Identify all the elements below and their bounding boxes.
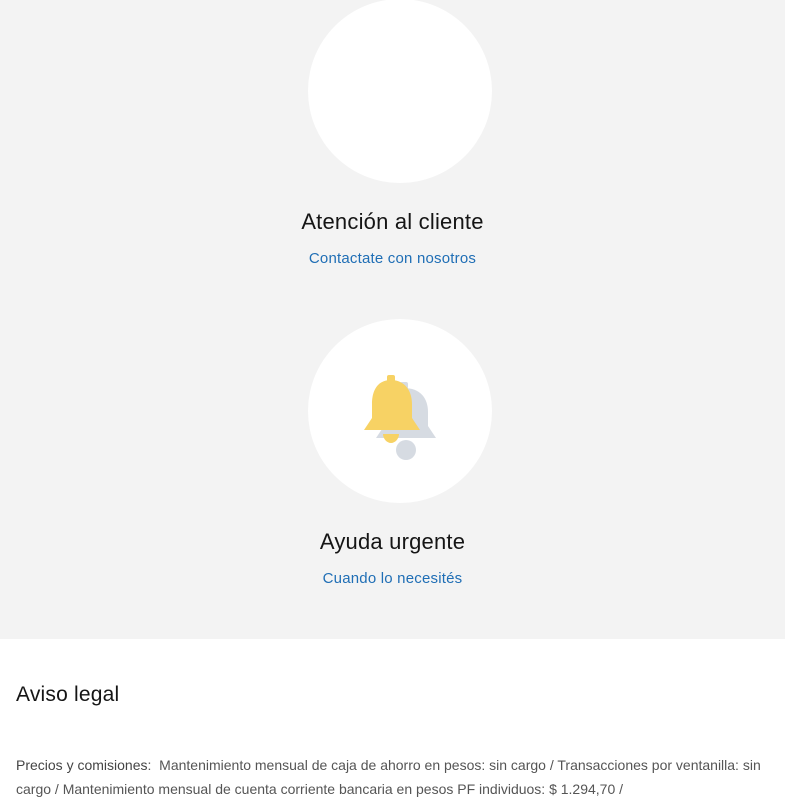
card-title-atencion: Atención al cliente [301,209,484,234]
legal-text: Precios y comisiones: Mantenimiento mens… [16,753,771,801]
contact-us-link[interactable]: Contactate con nosotros [0,250,785,267]
legal-separator: : [147,757,152,773]
customer-service-icon-circle [308,0,492,183]
urgent-help-link[interactable]: Cuando lo necesités [0,570,785,587]
bell-icon [364,375,436,460]
card-title-ayuda: Ayuda urgente [319,529,466,554]
contact-section: Atención al cliente Contactate con nosot… [0,0,785,639]
legal-title: Aviso legal [16,683,120,706]
legal-section: Aviso legal Precios y comisiones: Manten… [0,639,785,800]
legal-label: Precios y comisiones [16,757,148,773]
